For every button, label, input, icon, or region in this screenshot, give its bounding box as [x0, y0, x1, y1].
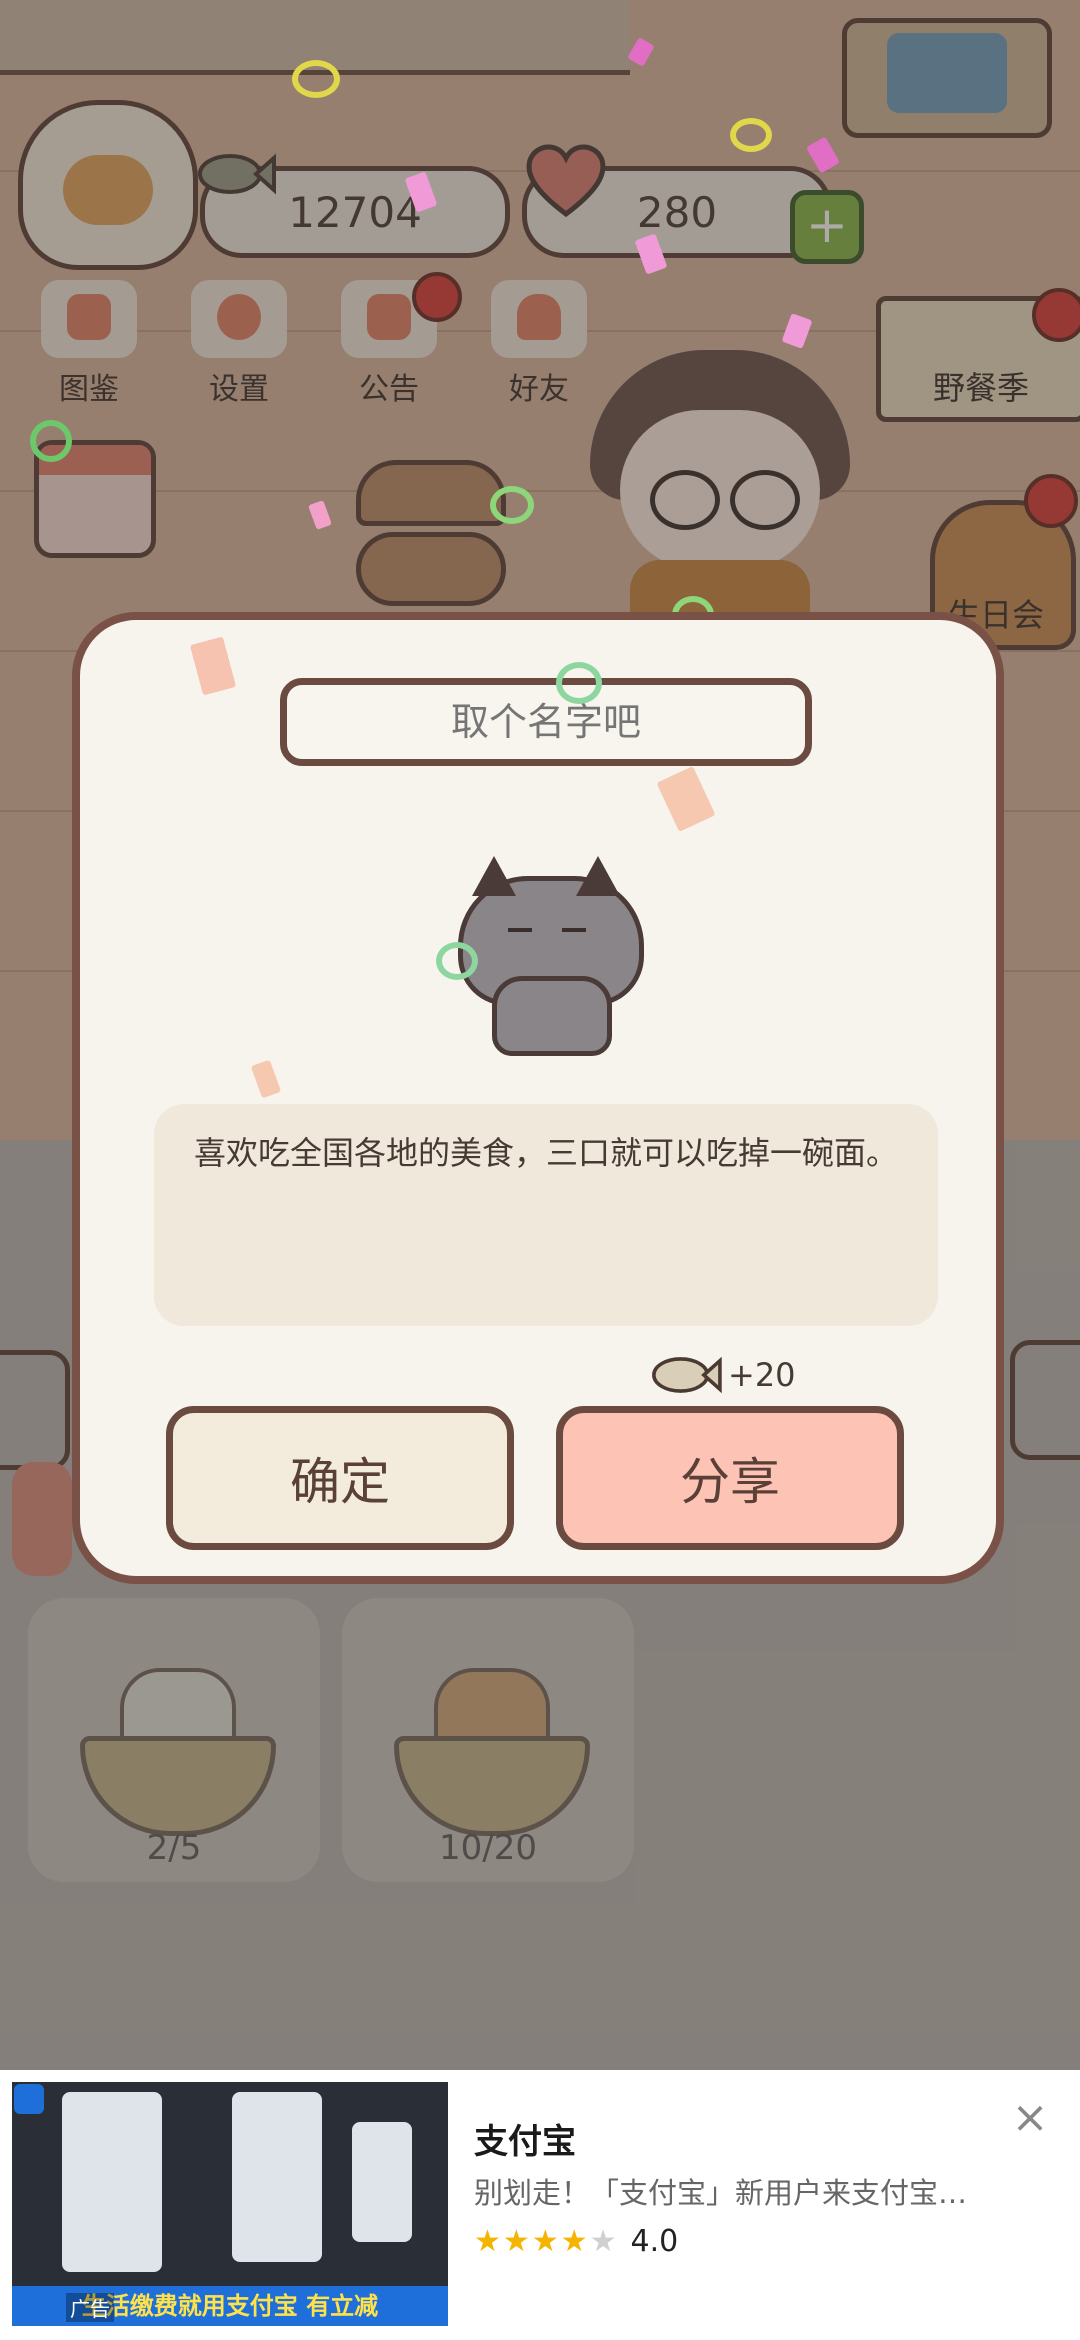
star-icon: ★ — [474, 2224, 501, 2259]
confirm-button[interactable]: 确定 — [166, 1406, 514, 1550]
share-button[interactable]: 分享 — [556, 1406, 904, 1550]
fish-reward-amount: +20 — [728, 1356, 796, 1394]
confetti — [292, 60, 340, 98]
cat-description: 喜欢吃全国各地的美食，三口就可以吃掉一碗面。 — [154, 1104, 938, 1326]
star-empty-icon: ★ — [589, 2224, 617, 2259]
ad-title: 支付宝 — [474, 2122, 576, 2162]
cat-description-text: 喜欢吃全国各地的美食，三口就可以吃掉一碗面。 — [194, 1134, 899, 1172]
confetti — [30, 420, 72, 462]
alipay-logo-icon — [14, 2084, 44, 2114]
cat-name-input[interactable] — [280, 678, 812, 766]
ad-banner[interactable]: 生活缴费就用支付宝 有立减 广告 支付宝 别划走！「支付宝」新用户来支付宝… ★… — [0, 2070, 1080, 2340]
ad-rating: ★ ★ ★ ★ ★ 4.0 — [474, 2224, 678, 2259]
star-icon: ★ — [560, 2224, 588, 2259]
fish-icon — [652, 1356, 722, 1394]
ad-tag: 广告 — [66, 2293, 114, 2322]
ad-description: 别划走！「支付宝」新用户来支付宝… — [474, 2176, 968, 2210]
confetti — [556, 662, 602, 704]
ad-rating-value: 4.0 — [630, 2224, 679, 2259]
kiosk-image — [352, 2122, 412, 2242]
star-icon: ★ — [531, 2224, 559, 2259]
share-label: 分享 — [680, 1453, 780, 1511]
confetti — [730, 118, 772, 152]
name-cat-dialog: 喜欢吃全国各地的美食，三口就可以吃掉一碗面。 +20 确定 分享 — [72, 612, 1004, 1584]
kiosk-image — [62, 2092, 162, 2272]
star-icon: ★ — [502, 2224, 530, 2259]
ad-image[interactable]: 生活缴费就用支付宝 有立减 广告 — [12, 2082, 448, 2326]
close-symbol: × — [1011, 2092, 1049, 2143]
fish-reward: +20 — [650, 1350, 796, 1400]
confirm-label: 确定 — [290, 1453, 390, 1511]
kiosk-image — [232, 2092, 322, 2262]
confetti — [436, 942, 478, 980]
close-icon[interactable]: × — [1010, 2096, 1050, 2140]
confetti — [490, 486, 534, 524]
